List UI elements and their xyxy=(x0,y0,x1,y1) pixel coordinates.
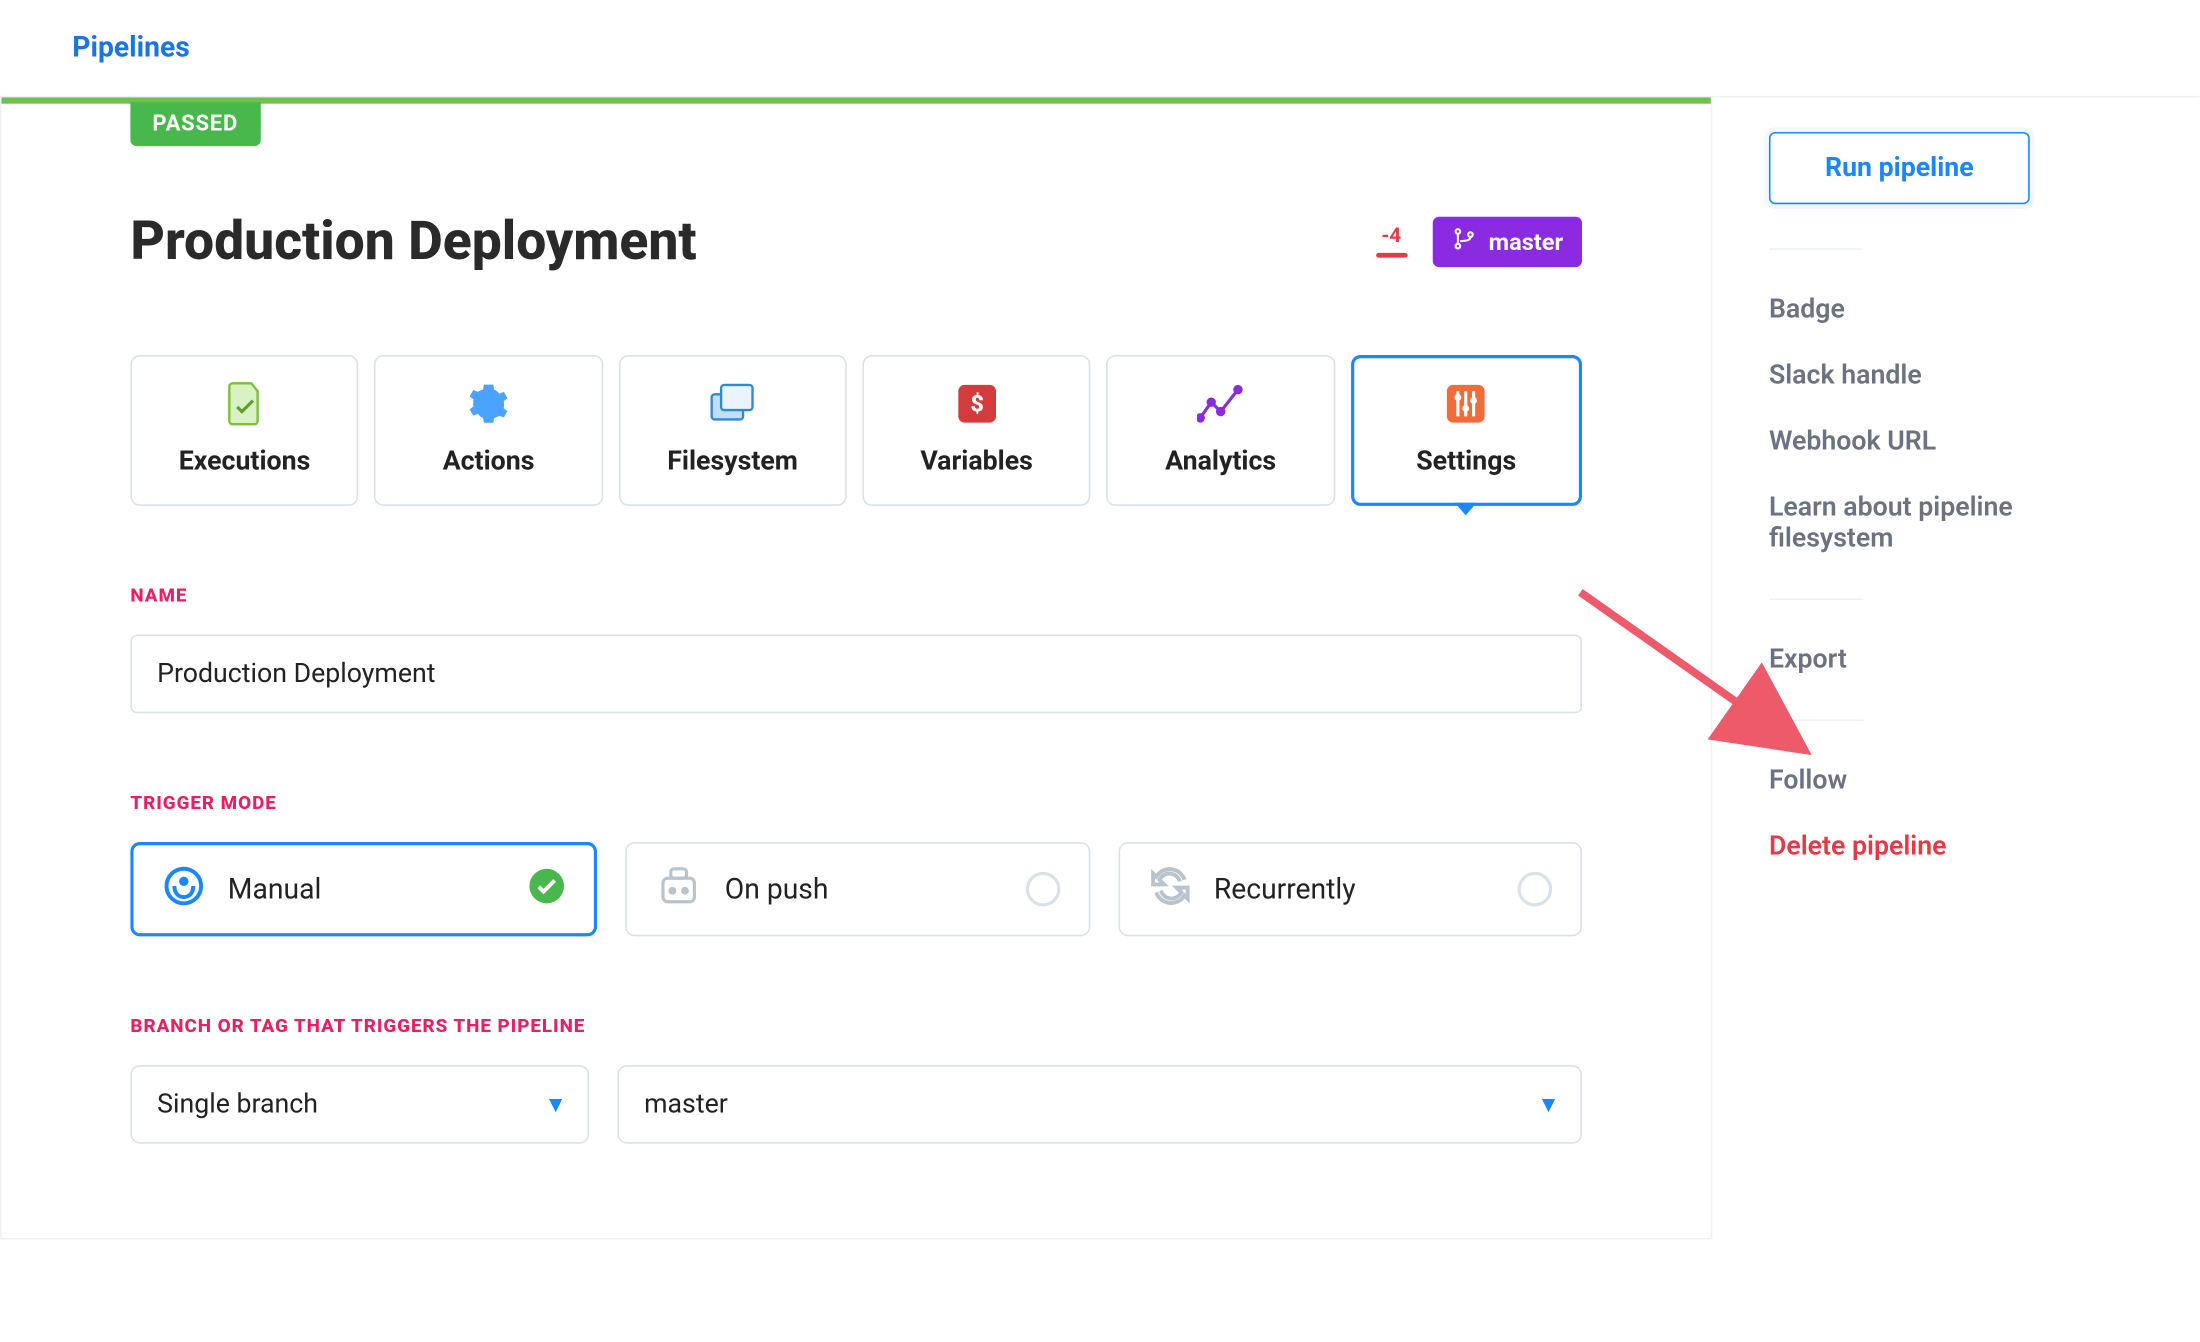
sidebar-link-export[interactable]: Export xyxy=(1769,644,2137,675)
trigger-label: Recurrently xyxy=(1214,873,1356,906)
main-panel: PASSED Production Deployment -4 xyxy=(0,97,1712,1239)
sidebar-divider xyxy=(1769,720,1863,722)
section-label-trigger: TRIGGER MODE xyxy=(130,792,1582,814)
tab-filesystem[interactable]: Filesystem xyxy=(618,355,846,506)
sidebar-link-delete[interactable]: Delete pipeline xyxy=(1769,831,2137,862)
chevron-down-icon: ▾ xyxy=(549,1089,562,1120)
page-title: Production Deployment xyxy=(130,211,696,274)
sidebar-divider xyxy=(1769,248,1863,250)
branch-chip[interactable]: master xyxy=(1432,217,1582,267)
tab-actions[interactable]: Actions xyxy=(374,355,602,506)
tab-label: Variables xyxy=(920,446,1033,477)
on-push-icon xyxy=(656,864,703,914)
filesystem-icon xyxy=(709,380,756,427)
sidebar-divider xyxy=(1769,599,1863,601)
tabs: Executions Actions Filesystem xyxy=(130,355,1582,506)
topbar: Pipelines xyxy=(0,0,2199,97)
pipelines-link[interactable]: Pipelines xyxy=(72,31,190,64)
select-value: Single branch xyxy=(157,1089,318,1120)
trigger-option-on-push[interactable]: On push xyxy=(626,842,1090,936)
manual-icon xyxy=(162,864,206,914)
radio-unselected-icon xyxy=(1518,872,1553,907)
section-label-branch: BRANCH OR TAG THAT TRIGGERS THE PIPELINE xyxy=(130,1015,1582,1037)
branch-name-select[interactable]: master ▾ xyxy=(617,1065,1582,1144)
executions-icon xyxy=(223,380,267,427)
sidebar-link-follow[interactable]: Follow xyxy=(1769,765,2137,796)
tab-label: Executions xyxy=(179,446,311,477)
tab-label: Filesystem xyxy=(667,446,798,477)
run-pipeline-button[interactable]: Run pipeline xyxy=(1769,132,2030,204)
status-badge: PASSED xyxy=(130,102,260,146)
variables-icon: $ xyxy=(955,380,999,427)
settings-icon xyxy=(1444,380,1488,427)
git-branch-icon xyxy=(1451,226,1476,257)
sidebar-link-slack[interactable]: Slack handle xyxy=(1769,360,2137,391)
branch-scope-select[interactable]: Single branch ▾ xyxy=(130,1065,589,1144)
pipeline-name-input[interactable] xyxy=(130,635,1582,714)
check-icon xyxy=(528,867,566,911)
sidebar: Run pipeline Badge Slack handle Webhook … xyxy=(1712,97,2183,897)
commits-behind-value: -4 xyxy=(1381,226,1401,246)
trigger-label: On push xyxy=(725,873,829,906)
svg-text:$: $ xyxy=(970,390,984,418)
branch-chip-label: master xyxy=(1489,228,1563,256)
commits-behind-indicator[interactable]: -4 xyxy=(1376,226,1407,257)
commits-underline xyxy=(1376,253,1407,258)
sidebar-link-badge[interactable]: Badge xyxy=(1769,294,2137,325)
chevron-down-icon: ▾ xyxy=(1542,1089,1555,1120)
radio-unselected-icon xyxy=(1025,872,1060,907)
select-value: master xyxy=(644,1089,728,1120)
trigger-label: Manual xyxy=(228,873,322,906)
section-label-name: NAME xyxy=(130,584,1582,606)
title-meta: -4 master xyxy=(1376,217,1582,267)
tab-variables[interactable]: $ Variables xyxy=(862,355,1090,506)
analytics-icon xyxy=(1197,380,1244,427)
trigger-option-recurrently[interactable]: Recurrently xyxy=(1118,842,1582,936)
tab-label: Analytics xyxy=(1165,446,1276,477)
recurrently-icon xyxy=(1148,866,1192,913)
sidebar-link-learn-fs[interactable]: Learn about pipeline filesystem xyxy=(1769,492,2137,555)
trigger-mode-options: Manual On push xyxy=(130,842,1582,936)
trigger-option-manual[interactable]: Manual xyxy=(130,842,597,936)
tab-executions[interactable]: Executions xyxy=(130,355,358,506)
actions-icon xyxy=(467,380,511,427)
tab-label: Actions xyxy=(443,446,535,477)
tab-analytics[interactable]: Analytics xyxy=(1106,355,1334,506)
tab-label: Settings xyxy=(1416,446,1516,477)
tab-settings[interactable]: Settings xyxy=(1350,355,1581,506)
sidebar-link-webhook[interactable]: Webhook URL xyxy=(1769,426,2137,457)
